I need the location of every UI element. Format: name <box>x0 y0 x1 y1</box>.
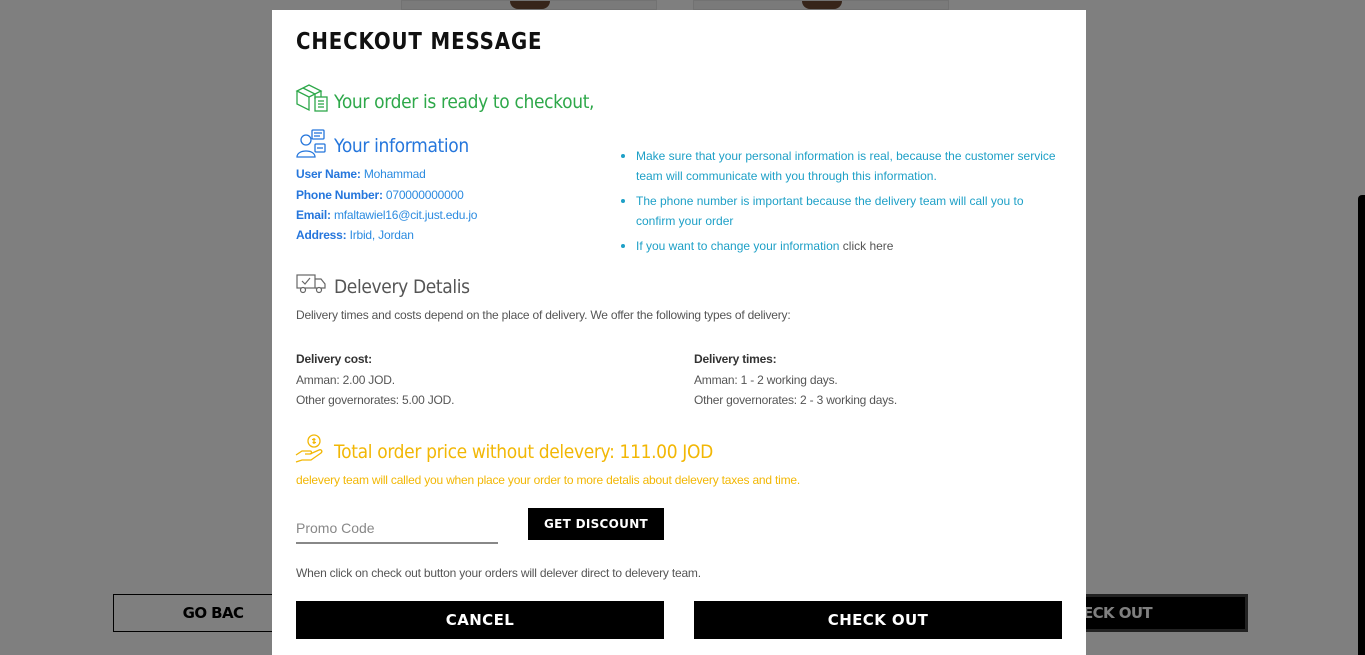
info-notes-list: Make sure that your personal information… <box>612 146 1062 261</box>
your-information-heading: Your information <box>334 135 469 157</box>
delivery-cost-label: Delivery cost: <box>296 352 372 366</box>
delivery-cost-other: Other governorates: 5.00 JOD. <box>296 393 455 407</box>
check-out-button[interactable]: CHECK OUT <box>694 601 1062 639</box>
delivery-times-other: Other governorates: 2 - 3 working days. <box>694 393 897 407</box>
delivery-call-note: delevery team will called you when place… <box>296 473 801 487</box>
phone-value: 070000000000 <box>385 188 464 202</box>
modal-title: CHECKOUT MESSAGE <box>296 29 543 55</box>
address-value: Irbid, Jordan <box>349 228 414 242</box>
package-icon <box>295 83 329 118</box>
scrollbar[interactable] <box>1357 0 1365 655</box>
delivery-cost-amman: Amman: 2.00 JOD. <box>296 373 395 387</box>
user-name-row: User Name: Mohammad <box>296 167 426 181</box>
user-name-label: User Name: <box>296 167 361 181</box>
delivery-times-amman: Amman: 1 - 2 working days. <box>694 373 838 387</box>
promo-code-input[interactable] <box>296 513 498 544</box>
ready-to-checkout-text: Your order is ready to checkout, <box>334 91 595 113</box>
user-name-value: Mohammad <box>363 167 426 181</box>
total-price-heading: Total order price without delevery: 111.… <box>334 441 713 463</box>
user-info-icon <box>295 128 327 165</box>
email-label: Email: <box>296 208 331 222</box>
email-value: mfaltawiel16@cit.just.edu.jo <box>333 208 478 222</box>
checkout-footer-note: When click on check out button your orde… <box>296 566 701 580</box>
change-info-text: If you want to change your information <box>636 239 843 253</box>
cancel-button[interactable]: CANCEL <box>296 601 664 639</box>
delivery-intro-text: Delivery times and costs depend on the p… <box>296 308 791 322</box>
info-note: Make sure that your personal information… <box>612 146 1062 186</box>
phone-row: Phone Number: 070000000000 <box>296 188 464 202</box>
address-row: Address: Irbid, Jordan <box>296 228 414 242</box>
delivery-truck-icon <box>296 274 326 299</box>
delivery-times-label: Delivery times: <box>694 352 777 366</box>
click-here-link[interactable]: click here <box>843 239 894 253</box>
phone-label: Phone Number: <box>296 188 383 202</box>
checkout-modal: CHECKOUT MESSAGE Your order is ready to … <box>272 10 1086 655</box>
get-discount-button[interactable]: GET DISCOUNT <box>528 508 664 540</box>
info-note: The phone number is important because th… <box>612 191 1062 231</box>
scrollbar-thumb[interactable] <box>1358 195 1365 655</box>
money-hand-icon <box>295 433 327 468</box>
info-note: If you want to change your information c… <box>612 236 1062 256</box>
delivery-details-heading: Delevery Detalis <box>334 276 470 298</box>
email-row: Email: mfaltawiel16@cit.just.edu.jo <box>296 208 477 222</box>
address-label: Address: <box>296 228 347 242</box>
